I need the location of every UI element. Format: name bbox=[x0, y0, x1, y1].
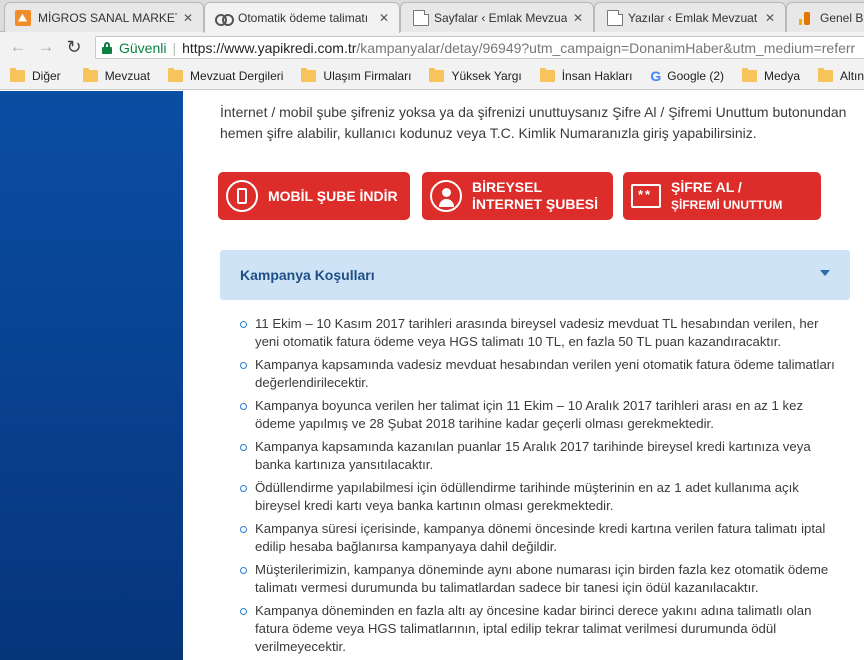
get-password-button[interactable]: ŞİFRE AL / ŞİFREMİ UNUTTUM bbox=[623, 172, 821, 220]
list-item: Kampanya kapsamında vadesiz mevduat hesa… bbox=[240, 356, 840, 392]
tab-yapikredi[interactable]: Otomatik ödeme talimatı ✕ bbox=[204, 2, 400, 33]
list-item: Ödüllendirme yapılabilmesi için ödüllend… bbox=[240, 479, 840, 515]
button-label: ŞİFRE AL / ŞİFREMİ UNUTTUM bbox=[671, 179, 782, 214]
folder-icon bbox=[818, 67, 834, 82]
separator: | bbox=[172, 39, 177, 56]
campaign-content: İnternet / mobil şube şifreniz yoksa ya … bbox=[218, 91, 864, 660]
bookmark-label: Mevzuat Dergileri bbox=[190, 68, 284, 83]
bookmark-mevzuat[interactable]: Mevzuat bbox=[82, 67, 151, 83]
bookmark-label: Diğer bbox=[32, 68, 61, 83]
folder-icon bbox=[82, 67, 98, 82]
blue-sidebar-panel bbox=[0, 91, 183, 660]
tab-yazilar[interactable]: Yazılar ‹ Emlak Mevzuat ✕ bbox=[594, 2, 786, 32]
close-icon[interactable]: ✕ bbox=[763, 11, 777, 25]
close-icon[interactable]: ✕ bbox=[377, 11, 391, 25]
bookmark-diger[interactable]: Diğer bbox=[10, 67, 61, 83]
address-bar[interactable]: Güvenli | https://www.yapikredi.com.tr/k… bbox=[95, 36, 864, 59]
folder-icon bbox=[10, 67, 25, 82]
tab-analytics[interactable]: Genel Bak bbox=[786, 2, 864, 32]
secure-label: Güvenli bbox=[119, 39, 167, 56]
list-item: Kampanya boyunca verilen her talimat içi… bbox=[240, 397, 840, 433]
terms-list: 11 Ekim – 10 Kasım 2017 tarihleri arasın… bbox=[240, 315, 840, 660]
bookmark-google[interactable]: G Google (2) bbox=[650, 68, 724, 84]
bookmark-yuksek-yargi[interactable]: Yüksek Yargı bbox=[429, 67, 522, 83]
bookmark-altin[interactable]: Altın bbox=[818, 67, 864, 83]
bookmark-label: Altın bbox=[840, 68, 864, 83]
tab-strip: MİGROS SANAL MARKET ✕ Otomatik ödeme tal… bbox=[0, 0, 864, 33]
tab-migros[interactable]: MİGROS SANAL MARKET ✕ bbox=[4, 2, 204, 32]
back-arrow-icon[interactable]: ← bbox=[6, 35, 30, 59]
tab-title: Sayfalar ‹ Emlak Mevzuat bbox=[434, 10, 567, 25]
folder-icon bbox=[301, 67, 317, 82]
bookmark-label: Mevzuat bbox=[104, 68, 151, 83]
tab-title: Genel Bak bbox=[820, 10, 864, 25]
phone-icon bbox=[226, 180, 258, 212]
url-host: https://www.yapikredi.com.tr bbox=[182, 39, 357, 56]
mobile-branch-download-button[interactable]: MOBİL ŞUBE İNDİR bbox=[218, 172, 410, 220]
analytics-icon bbox=[797, 10, 813, 26]
list-item: 11 Ekim – 10 Kasım 2017 tarihleri arasın… bbox=[240, 315, 840, 351]
tab-title: Yazılar ‹ Emlak Mevzuat bbox=[628, 10, 758, 25]
button-label-line1: BİREYSEL bbox=[472, 179, 543, 195]
migros-icon bbox=[15, 9, 31, 26]
list-item: Kampanya süresi içerisinde, kampanya dön… bbox=[240, 520, 840, 556]
tab-sayfalar[interactable]: Sayfalar ‹ Emlak Mevzuat ✕ bbox=[400, 2, 594, 32]
close-icon[interactable]: ✕ bbox=[181, 11, 195, 25]
button-label-line2: İNTERNET ŞUBESİ bbox=[472, 196, 599, 212]
yapikredi-icon bbox=[215, 10, 234, 26]
chevron-down-icon[interactable] bbox=[820, 270, 830, 276]
button-label: BİREYSEL İNTERNET ŞUBESİ bbox=[472, 179, 598, 213]
web-page: İnternet / mobil şube şifreniz yoksa ya … bbox=[0, 91, 864, 660]
campaign-terms-accordion[interactable]: Kampanya Koşulları bbox=[220, 250, 850, 300]
bookmark-ulasim[interactable]: Ulaşım Firmaları bbox=[301, 67, 412, 83]
bookmark-medya[interactable]: Medya bbox=[742, 67, 801, 83]
bookmark-insan-haklari[interactable]: İnsan Hakları bbox=[539, 67, 633, 83]
page-icon bbox=[413, 9, 429, 26]
tab-title: MİGROS SANAL MARKET bbox=[38, 10, 177, 25]
list-item: Kampanya kapsamında kazanılan puanlar 15… bbox=[240, 438, 840, 474]
button-label: MOBİL ŞUBE İNDİR bbox=[268, 187, 398, 204]
list-item: Kampanya döneminden en fazla altı ay önc… bbox=[240, 602, 840, 656]
bookmark-label: Yüksek Yargı bbox=[451, 68, 522, 83]
bookmark-label: İnsan Hakları bbox=[561, 68, 633, 83]
folder-icon bbox=[429, 67, 445, 82]
button-label-line2: ŞİFREMİ UNUTTUM bbox=[671, 197, 783, 212]
bookmark-label: Medya bbox=[764, 68, 801, 83]
close-icon[interactable]: ✕ bbox=[571, 11, 585, 25]
reload-icon[interactable]: ↻ bbox=[62, 35, 86, 59]
browser-toolbar: ← → ↻ Güvenli | https://www.yapikredi.co… bbox=[0, 32, 864, 62]
button-label-line1: ŞİFRE AL / bbox=[671, 178, 742, 195]
bookmark-label: Google (2) bbox=[667, 68, 724, 83]
bookmarks-bar: Diğer Mevzuat Mevzuat Dergileri Ulaşım F… bbox=[0, 62, 864, 90]
google-icon: G bbox=[650, 67, 662, 84]
intro-text: İnternet / mobil şube şifreniz yoksa ya … bbox=[220, 104, 847, 141]
folder-icon bbox=[168, 67, 184, 82]
personal-internet-branch-button[interactable]: BİREYSEL İNTERNET ŞUBESİ bbox=[422, 172, 613, 220]
password-icon bbox=[631, 184, 661, 208]
url-path: /kampanyalar/detay/96949?utm_campaign=Do… bbox=[356, 39, 856, 56]
action-buttons: MOBİL ŞUBE İNDİR BİREYSEL İNTERNET ŞUBESİ… bbox=[218, 172, 838, 220]
bookmark-mevzuat-dergileri[interactable]: Mevzuat Dergileri bbox=[168, 67, 284, 83]
folder-icon bbox=[539, 67, 555, 82]
lock-icon bbox=[102, 41, 112, 54]
user-icon bbox=[430, 180, 462, 212]
bookmark-label: Ulaşım Firmaları bbox=[323, 68, 412, 83]
page-icon bbox=[607, 9, 623, 26]
tab-title: Otomatik ödeme talimatı bbox=[238, 11, 369, 25]
folder-icon bbox=[742, 67, 757, 82]
forward-arrow-icon[interactable]: → bbox=[34, 35, 58, 59]
accordion-title: Kampanya Koşulları bbox=[240, 267, 375, 283]
list-item: Müşterilerimizin, kampanya döneminde ayn… bbox=[240, 561, 840, 597]
